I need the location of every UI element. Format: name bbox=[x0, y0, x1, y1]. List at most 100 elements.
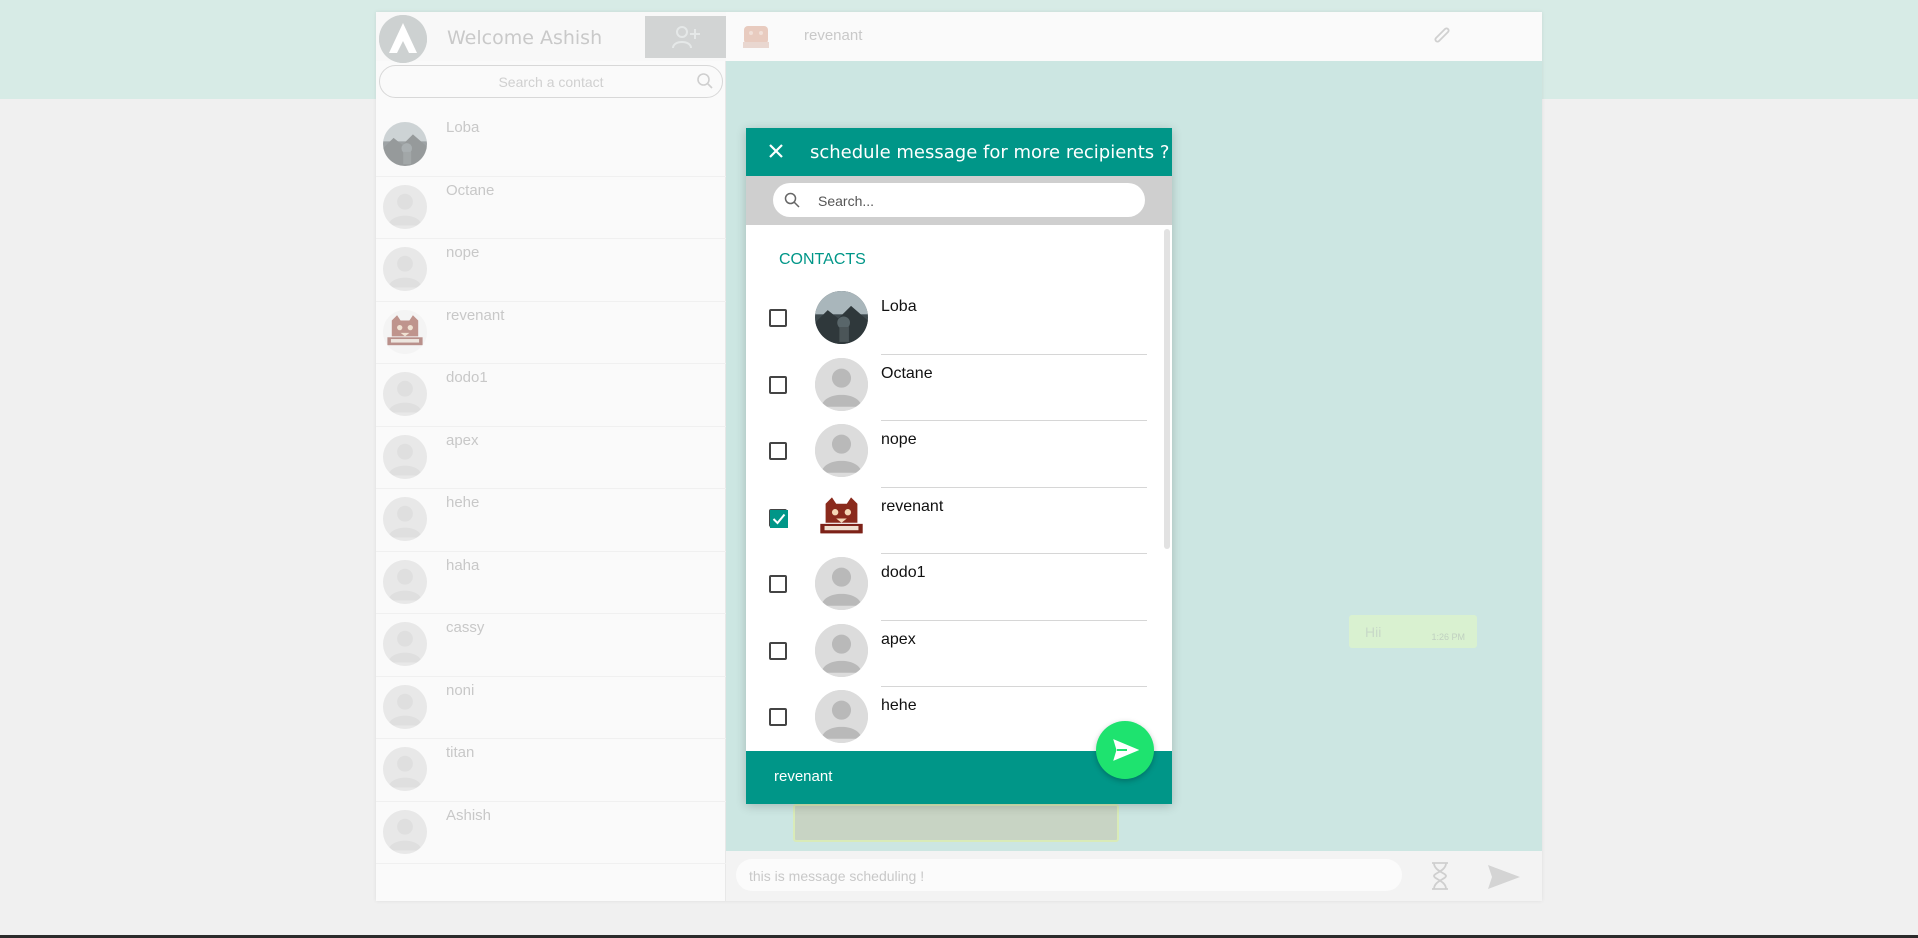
sidebar-contact-item[interactable]: noni bbox=[376, 677, 726, 739]
photo-avatar-icon bbox=[383, 122, 427, 166]
schedule-button[interactable] bbox=[1429, 861, 1451, 896]
modal-header: schedule message for more recipients ? bbox=[746, 128, 1172, 176]
recipient-rows: Loba Octane nope revenant dodo1 apex hehe bbox=[746, 288, 1172, 753]
contact-name: revenant bbox=[446, 306, 505, 324]
avatar bbox=[383, 434, 427, 479]
modal-contact-list: CONTACTS Loba Octane nope revenant dodo1 apex… bbox=[746, 225, 1172, 753]
add-contact-button[interactable] bbox=[645, 16, 726, 58]
avatar bbox=[815, 690, 868, 743]
search-icon bbox=[696, 72, 714, 95]
recipient-name: hehe bbox=[881, 697, 917, 714]
send-button[interactable] bbox=[1487, 864, 1521, 895]
recipient-checkbox[interactable] bbox=[769, 375, 787, 394]
default-avatar-icon bbox=[383, 559, 427, 604]
image-message[interactable] bbox=[793, 804, 1119, 842]
avatar bbox=[383, 747, 427, 791]
contact-name: apex bbox=[446, 431, 479, 449]
sidebar-contact-item[interactable]: Ashish bbox=[376, 802, 726, 864]
gamer-logo-icon bbox=[383, 309, 427, 354]
message-input[interactable]: this is message scheduling ! bbox=[736, 859, 1402, 891]
default-avatar-icon bbox=[383, 247, 427, 291]
default-avatar-icon bbox=[815, 557, 868, 610]
message-text: Hii bbox=[1365, 624, 1382, 640]
recipient-row[interactable]: Octane bbox=[746, 355, 1172, 421]
recipient-checkbox[interactable] bbox=[769, 575, 787, 593]
recipient-row[interactable]: apex bbox=[746, 621, 1172, 687]
contact-name: noni bbox=[446, 681, 475, 699]
avatar bbox=[815, 490, 868, 544]
avatar bbox=[815, 291, 868, 344]
recipient-name: apex bbox=[881, 630, 916, 648]
search-icon bbox=[784, 192, 800, 211]
recipient-checkbox[interactable] bbox=[769, 641, 787, 660]
app-logo bbox=[379, 15, 427, 63]
attach-button[interactable] bbox=[1431, 24, 1453, 53]
message-bubble[interactable]: Hii 1:26 PM bbox=[1349, 615, 1477, 648]
avatar bbox=[383, 559, 427, 604]
sidebar-contact-item[interactable]: dodo1 bbox=[376, 364, 726, 427]
recipient-name: Loba bbox=[881, 298, 917, 315]
paperclip-icon bbox=[1434, 27, 1450, 43]
avatar bbox=[383, 122, 427, 166]
contact-search-input[interactable]: Search a contact bbox=[379, 65, 723, 98]
sidebar-contact-item[interactable]: hehe bbox=[376, 489, 726, 552]
modal-search-placeholder: Search... bbox=[818, 193, 875, 209]
default-avatar-icon bbox=[815, 623, 868, 677]
recipient-name: revenant bbox=[881, 497, 944, 515]
avatar bbox=[383, 247, 427, 291]
sidebar-contact-item[interactable]: Octane bbox=[376, 177, 726, 239]
default-avatar-icon bbox=[383, 684, 427, 729]
sidebar-contact-item[interactable]: Loba bbox=[376, 114, 726, 177]
sidebar-contact-item[interactable]: apex bbox=[376, 427, 726, 489]
close-button[interactable] bbox=[764, 139, 788, 163]
avatar bbox=[383, 497, 427, 541]
recipient-name: nope bbox=[881, 431, 917, 448]
sidebar-contact-item[interactable]: nope bbox=[376, 239, 726, 302]
sidebar-contact-item[interactable]: haha bbox=[376, 552, 726, 614]
contact-list: Loba Octane nope revenant dodo1 apex hehe haha c… bbox=[376, 114, 726, 864]
modal-search-input[interactable]: Search... bbox=[773, 183, 1145, 217]
selected-recipients-text: revenant bbox=[774, 768, 833, 785]
default-avatar-icon bbox=[815, 424, 868, 477]
chat-contact-avatar[interactable] bbox=[740, 20, 772, 52]
recipient-checkbox[interactable] bbox=[769, 309, 787, 327]
avatar bbox=[383, 684, 427, 729]
default-avatar-icon bbox=[383, 747, 427, 791]
default-avatar-icon bbox=[383, 434, 427, 479]
send-icon bbox=[1113, 739, 1139, 761]
recipient-row[interactable]: nope bbox=[746, 421, 1172, 488]
recipient-row[interactable]: revenant bbox=[746, 488, 1172, 554]
modal-title: schedule message for more recipients ? bbox=[810, 142, 1170, 163]
recipient-name: Octane bbox=[881, 364, 933, 382]
recipients-modal: schedule message for more recipients ? S… bbox=[746, 128, 1172, 804]
default-avatar-icon bbox=[383, 497, 427, 541]
recipient-row[interactable]: dodo1 bbox=[746, 554, 1172, 621]
add-user-icon bbox=[672, 26, 700, 49]
message-input-value: this is message scheduling ! bbox=[749, 868, 925, 884]
contact-name: Loba bbox=[446, 119, 480, 136]
contact-name: Ashish bbox=[446, 806, 492, 824]
avatar bbox=[383, 309, 427, 354]
chat-header: revenant bbox=[726, 12, 1542, 61]
sidebar-contact-item[interactable]: titan bbox=[376, 739, 726, 802]
checkmark-icon bbox=[770, 509, 788, 528]
default-avatar-icon bbox=[383, 372, 427, 416]
avatar bbox=[383, 372, 427, 416]
compose-bar: this is message scheduling ! bbox=[726, 851, 1542, 901]
photo-avatar-icon bbox=[815, 291, 868, 344]
recipient-checkbox[interactable] bbox=[769, 442, 787, 460]
contacts-section-label: CONTACTS bbox=[779, 251, 866, 268]
recipient-row[interactable]: Loba bbox=[746, 288, 1172, 355]
contacts-sidebar: Welcome Ashish Search a contact Loba Octa… bbox=[376, 12, 726, 901]
recipient-checkbox[interactable] bbox=[769, 508, 788, 528]
default-avatar-icon bbox=[383, 184, 427, 229]
sidebar-contact-item[interactable]: revenant bbox=[376, 302, 726, 364]
sidebar-header: Welcome Ashish bbox=[376, 12, 726, 63]
contact-name: haha bbox=[446, 556, 480, 574]
confirm-send-button[interactable] bbox=[1096, 721, 1154, 779]
default-avatar-icon bbox=[815, 690, 868, 743]
close-icon bbox=[769, 144, 783, 158]
sidebar-contact-item[interactable]: cassy bbox=[376, 614, 726, 677]
recipient-checkbox[interactable] bbox=[769, 708, 787, 726]
avatar bbox=[383, 622, 427, 666]
